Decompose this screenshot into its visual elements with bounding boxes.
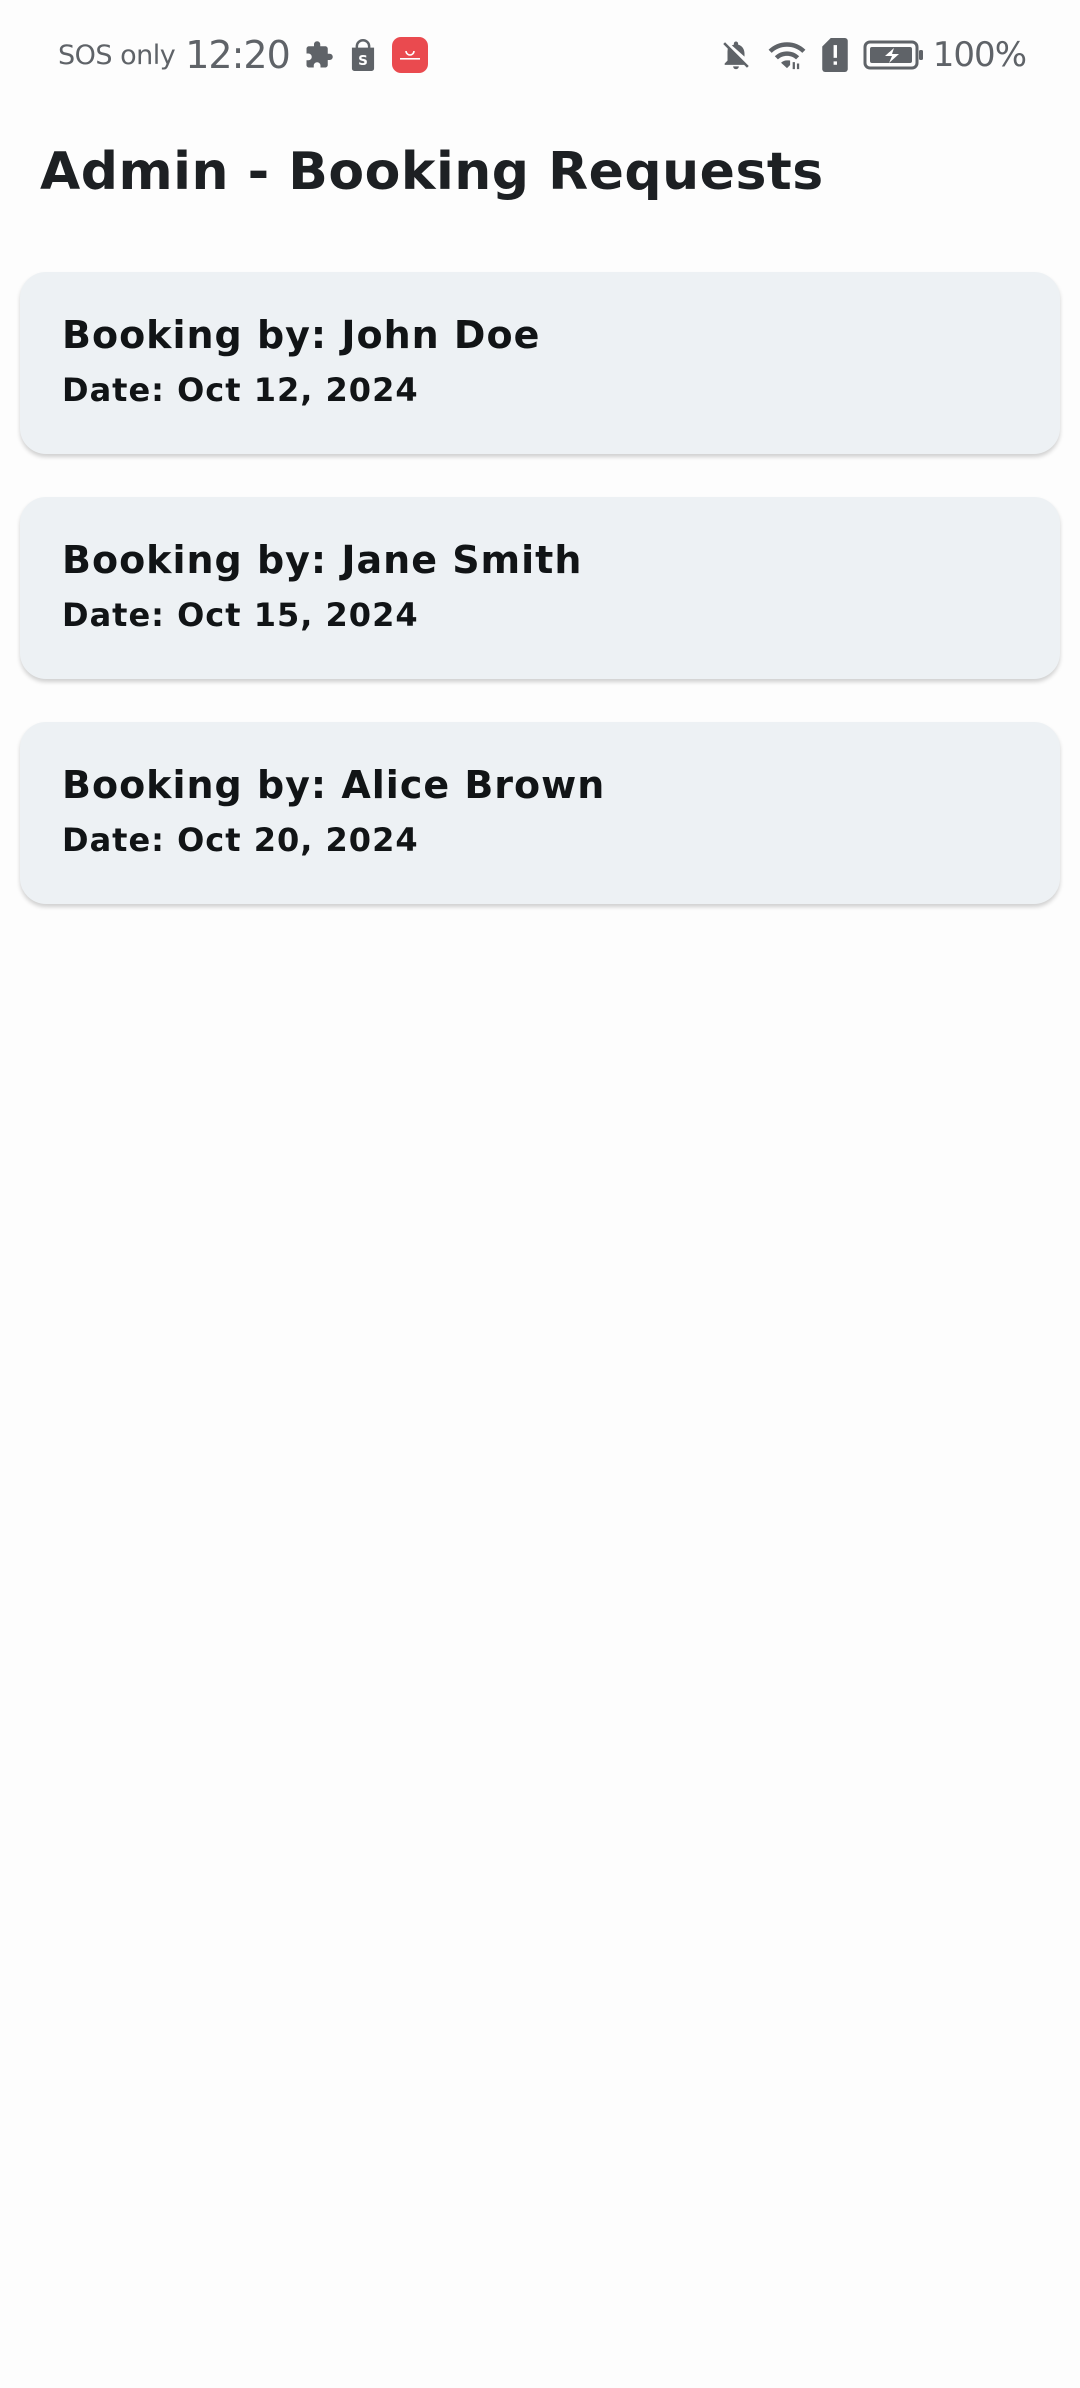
shopping-bag-icon: S — [348, 39, 378, 71]
status-bar-right: 100% — [719, 35, 1027, 75]
sim-alert-icon — [821, 38, 849, 72]
status-bar-left: SOS only 12:20 S — [58, 33, 428, 77]
booking-date: Date: Oct 15, 2024 — [62, 596, 419, 634]
puzzle-icon — [304, 40, 334, 70]
booking-date: Date: Oct 20, 2024 — [62, 821, 419, 859]
battery-percent: 100% — [932, 35, 1027, 75]
wifi-icon — [767, 38, 807, 72]
bell-off-icon — [719, 38, 753, 72]
booking-requester: Booking by: Alice Brown — [62, 763, 606, 807]
huawei-appgallery-icon — [391, 37, 428, 73]
booking-date: Date: Oct 12, 2024 — [62, 371, 419, 409]
page-title: Admin - Booking Requests — [40, 142, 824, 202]
status-bar: SOS only 12:20 S 100% — [0, 0, 1080, 110]
booking-list: Booking by: John Doe Date: Oct 12, 2024 … — [20, 272, 1060, 947]
booking-card[interactable]: Booking by: John Doe Date: Oct 12, 2024 — [20, 272, 1060, 454]
booking-card[interactable]: Booking by: Jane Smith Date: Oct 15, 202… — [20, 497, 1060, 679]
battery-charging-icon — [863, 39, 925, 71]
carrier-label: SOS only — [58, 39, 176, 71]
booking-requester: Booking by: John Doe — [62, 313, 541, 357]
clock: 12:20 — [185, 33, 291, 77]
booking-requester: Booking by: Jane Smith — [62, 538, 583, 582]
svg-text:S: S — [358, 53, 368, 69]
booking-card[interactable]: Booking by: Alice Brown Date: Oct 20, 20… — [20, 722, 1060, 904]
